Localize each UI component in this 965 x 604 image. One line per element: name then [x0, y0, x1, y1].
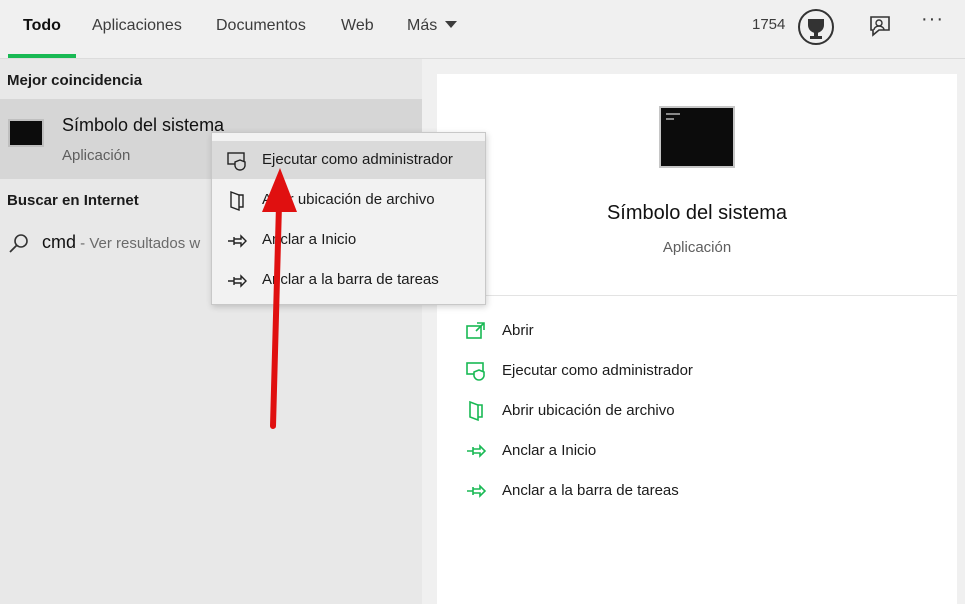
menu-item-abrir-ubicacion[interactable]: Abrir ubicación de archivo	[212, 181, 485, 219]
search-filter-bar: Todo Aplicaciones Documentos Web Más 175…	[0, 0, 965, 59]
menu-item-label: Ejecutar como administrador	[262, 151, 453, 168]
menu-item-anclar-inicio[interactable]: Anclar a Inicio	[212, 221, 485, 259]
action-anclar-inicio-label: Anclar a Inicio	[502, 442, 597, 459]
action-abrir-label: Abrir	[502, 322, 534, 339]
detail-subtitle: Aplicación	[662, 239, 732, 256]
web-search-query: cmd	[42, 232, 77, 252]
detail-panel: Símbolo del sistema Aplicación Abrir Eje…	[437, 74, 957, 604]
file-location-icon	[469, 400, 483, 422]
menu-item-label: Anclar a Inicio	[262, 231, 357, 248]
more-options-icon[interactable]: ···	[921, 8, 944, 31]
action-abrir[interactable]: Abrir	[465, 316, 945, 348]
action-anclar-barra[interactable]: Anclar a la barra de tareas	[465, 476, 945, 508]
chevron-down-icon	[445, 21, 458, 28]
action-anclar-inicio[interactable]: Anclar a Inicio	[465, 436, 945, 468]
detail-title: Símbolo del sistema	[606, 202, 788, 224]
menu-item-ejecutar-admin[interactable]: Ejecutar como administrador	[212, 141, 485, 179]
action-abrir-ubicacion-label: Abrir ubicación de archivo	[502, 402, 675, 419]
file-location-icon	[230, 190, 244, 212]
search-icon	[9, 234, 28, 253]
shield-icon	[227, 152, 246, 171]
action-ejecutar-admin[interactable]: Ejecutar como administrador	[465, 356, 945, 388]
best-match-title: Símbolo del sistema	[62, 115, 225, 135]
menu-item-anclar-barra[interactable]: Anclar a la barra de tareas	[212, 261, 485, 299]
command-prompt-large-icon	[659, 106, 735, 168]
action-anclar-barra-label: Anclar a la barra de tareas	[502, 482, 679, 499]
feedback-icon[interactable]	[866, 12, 894, 40]
tab-aplicaciones[interactable]: Aplicaciones	[92, 0, 182, 58]
command-prompt-icon	[8, 119, 44, 147]
action-abrir-ubicacion[interactable]: Abrir ubicación de archivo	[465, 396, 945, 428]
menu-item-label: Abrir ubicación de archivo	[262, 191, 435, 208]
pin-icon	[467, 444, 487, 458]
web-search-hint: - Ver resultados w	[76, 235, 201, 252]
pin-icon	[228, 274, 247, 288]
pin-icon	[467, 484, 487, 498]
open-icon	[466, 322, 485, 339]
best-match-subtitle: Aplicación	[62, 147, 131, 164]
action-ejecutar-admin-label: Ejecutar como administrador	[502, 362, 693, 379]
tab-web[interactable]: Web	[341, 0, 374, 58]
context-menu: Ejecutar como administrador Abrir ubicac…	[211, 132, 486, 305]
menu-item-label: Anclar a la barra de tareas	[262, 271, 439, 288]
tab-documentos[interactable]: Documentos	[216, 0, 306, 58]
pin-icon	[228, 234, 247, 248]
rewards-points: 1754	[752, 16, 786, 33]
detail-divider	[437, 295, 957, 296]
web-search-heading: Buscar en Internet	[7, 192, 139, 209]
shield-icon	[466, 362, 485, 381]
rewards-trophy-icon[interactable]	[797, 8, 835, 46]
tab-todo[interactable]: Todo	[8, 0, 76, 58]
tab-mas-label: Más	[407, 17, 438, 34]
tab-mas[interactable]: Más	[407, 0, 458, 58]
best-match-heading: Mejor coincidencia	[7, 72, 143, 89]
